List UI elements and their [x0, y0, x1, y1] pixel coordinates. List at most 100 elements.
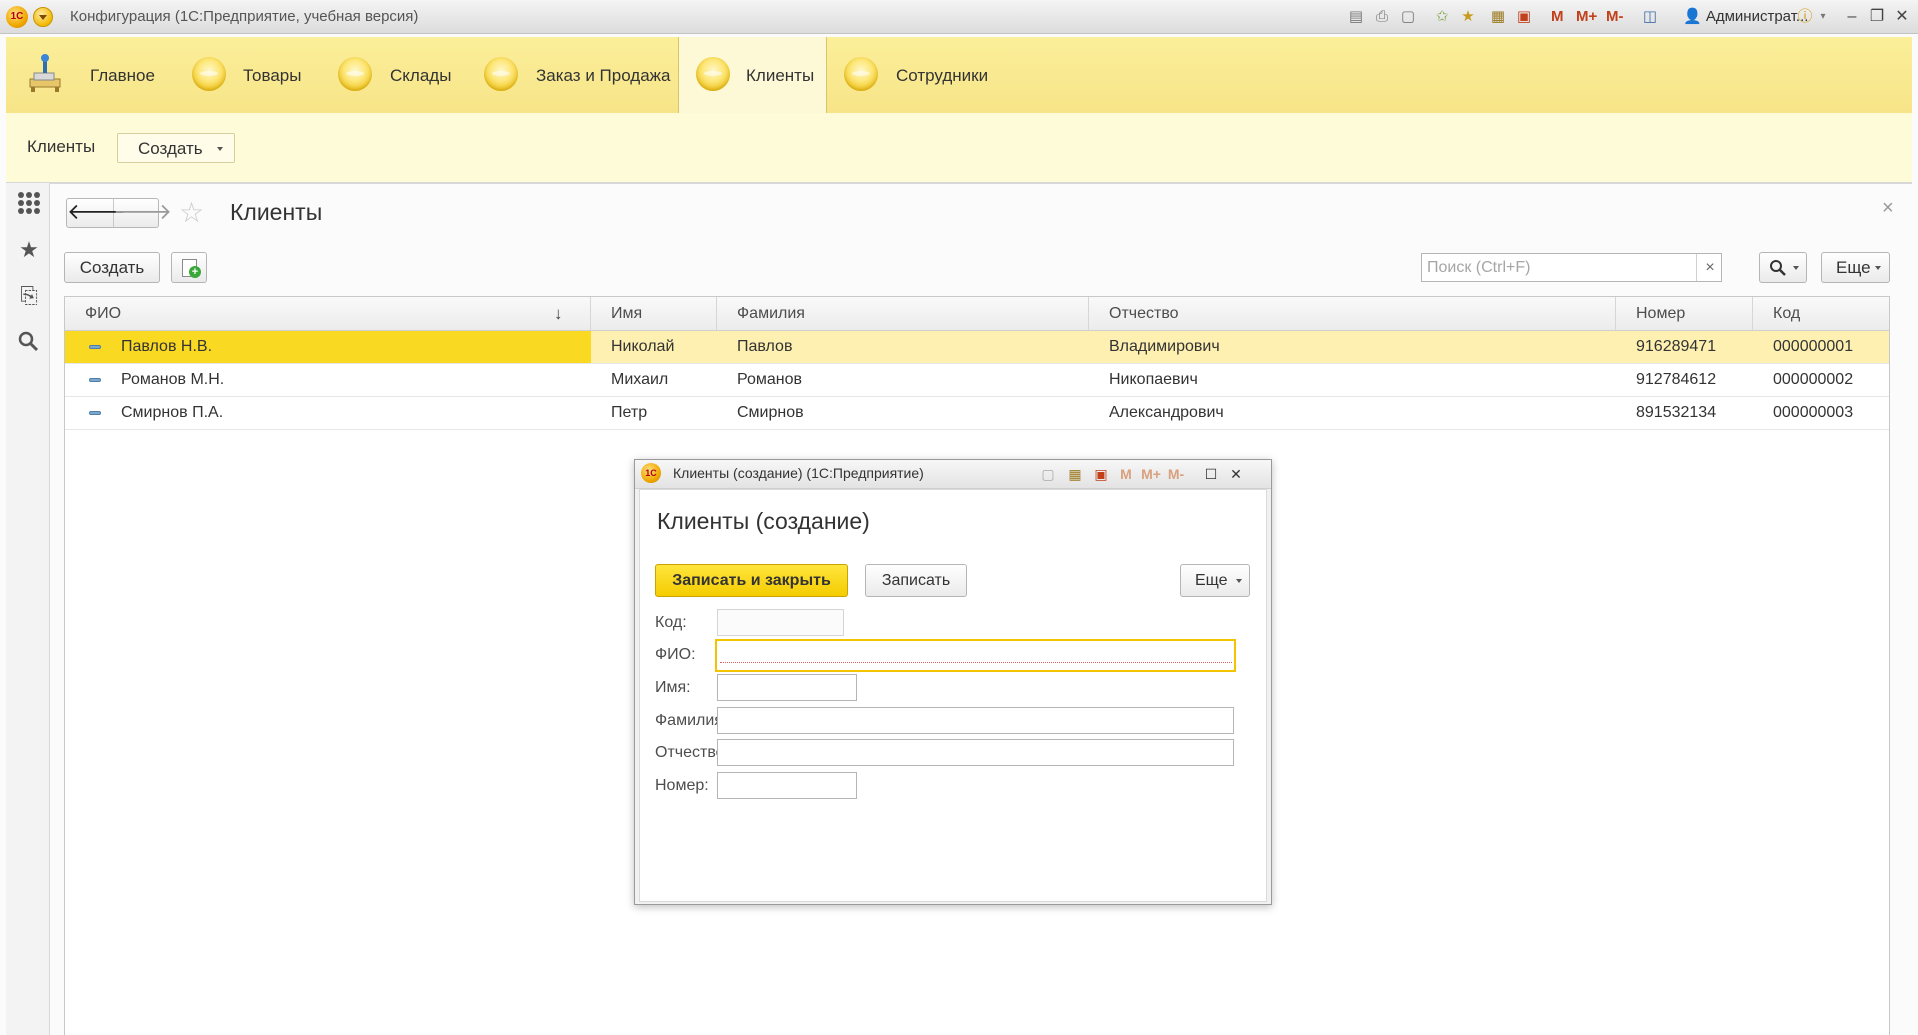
window-title: Конфигурация (1С:Предприятие, учебная ве…	[70, 8, 419, 25]
section-label: Товары	[243, 66, 302, 85]
cell-surname: Смирнов	[737, 404, 804, 421]
dropdown-caret-icon	[1236, 579, 1242, 583]
section-goods[interactable]: Товары	[176, 37, 316, 113]
catalog-item-icon	[89, 378, 101, 382]
column-header-surname[interactable]: Фамилия	[717, 297, 1089, 330]
function-panel: Клиенты Создать	[6, 113, 1912, 184]
maximize-icon[interactable]: ☐	[1201, 464, 1221, 484]
section-employees[interactable]: Сотрудники	[827, 37, 1007, 113]
favorites-add-icon[interactable]: ✩	[1432, 7, 1452, 27]
calendar-icon[interactable]: ▣	[1091, 464, 1111, 484]
memory-m-button[interactable]: M	[1551, 7, 1564, 27]
save-and-close-button[interactable]: Записать и закрыть	[655, 564, 848, 597]
copy-button[interactable]: +	[171, 252, 207, 283]
add-to-favorites-star-icon[interactable]: ☆	[179, 198, 204, 228]
memory-mminus-button[interactable]: M-	[1165, 464, 1187, 484]
magnifier-icon	[1770, 260, 1786, 276]
section-orb-icon	[696, 57, 730, 91]
memory-mminus-button[interactable]: M-	[1606, 7, 1624, 27]
favorites-star-icon[interactable]: ★	[16, 237, 42, 263]
memory-mplus-button[interactable]: M+	[1139, 464, 1163, 484]
preview-icon[interactable]: ▢	[1398, 7, 1418, 27]
table-row[interactable]: Павлов Н.В. Николай Павлов Владимирович …	[65, 331, 1889, 364]
save-button[interactable]: Записать	[865, 564, 967, 597]
memory-m-button[interactable]: M	[1118, 464, 1134, 484]
table-row[interactable]: Романов М.Н. Михаил Романов Никопаевич 9…	[65, 364, 1889, 397]
search-input[interactable]	[1422, 254, 1702, 281]
create-button-label: Создать	[138, 139, 203, 158]
section-orders[interactable]: Заказ и Продажа	[454, 37, 678, 113]
cell-name: Михаил	[611, 371, 669, 388]
user-icon: 👤	[1683, 8, 1702, 25]
user-name: Администрат...	[1705, 8, 1809, 25]
print-icon[interactable]: ⎙	[1372, 7, 1392, 27]
preview-icon[interactable]: ▢	[1038, 464, 1058, 484]
cell-fio-text: Романов М.Н.	[121, 371, 225, 388]
back-arrow-icon[interactable]: 🡐	[67, 199, 126, 227]
home-desk-icon	[29, 54, 61, 92]
required-field-underline	[720, 662, 1232, 663]
restore-button[interactable]: ❐	[1864, 6, 1890, 28]
dialog-titlebar[interactable]: 1С Клиенты (создание) (1С:Предприятие) ▢…	[635, 460, 1271, 489]
column-header-code[interactable]: Код	[1753, 297, 1889, 330]
panels-icon[interactable]: ◫	[1640, 7, 1660, 27]
catalog-item-icon	[89, 411, 101, 415]
sections-panel: Главное Товары Склады Заказ и Продажа Кл…	[6, 37, 1912, 114]
cell-fio: Павлов Н.В.	[65, 331, 591, 363]
cell-code: 000000003	[1773, 404, 1854, 421]
section-orb-icon	[484, 57, 518, 91]
table-row[interactable]: Смирнов П.А. Петр Смирнов Александрович …	[65, 397, 1889, 430]
help-icon[interactable]: ⓘ	[1795, 7, 1815, 27]
calculator-icon[interactable]: ▦	[1488, 7, 1508, 27]
search-icon[interactable]	[16, 329, 42, 355]
patronymic-field[interactable]	[717, 739, 1234, 766]
close-window-button[interactable]: ✕	[1889, 6, 1915, 28]
code-field[interactable]	[717, 609, 844, 636]
section-warehouses[interactable]: Склады	[316, 37, 454, 113]
calendar-icon[interactable]: ▣	[1514, 7, 1534, 27]
cell-patronymic: Никопаевич	[1109, 371, 1198, 388]
function-panel-create-button[interactable]: Создать	[117, 133, 235, 163]
number-field[interactable]	[717, 772, 857, 799]
plus-icon: +	[189, 266, 201, 278]
calculator-icon[interactable]: ▦	[1065, 464, 1085, 484]
section-orb-icon	[844, 57, 878, 91]
surname-field[interactable]	[717, 707, 1234, 734]
dialog-more-button[interactable]: Еще	[1180, 564, 1250, 597]
save-icon[interactable]: ▤	[1346, 7, 1366, 27]
favorites-icon[interactable]: ★	[1458, 7, 1478, 27]
help-dropdown-icon[interactable]: ▾	[1813, 7, 1833, 27]
forward-arrow-icon[interactable]: 🡒	[113, 199, 172, 227]
close-icon[interactable]: ✕	[1226, 464, 1246, 484]
dropdown-caret-icon	[217, 147, 223, 151]
column-header-patronymic[interactable]: Отчество	[1089, 297, 1616, 330]
catalog-item-icon	[89, 345, 101, 349]
dialog-heading: Клиенты (создание)	[657, 508, 870, 534]
column-header-label: ФИО	[85, 305, 122, 322]
column-header-name[interactable]: Имя	[591, 297, 717, 330]
all-functions-grid-icon[interactable]	[16, 190, 42, 216]
column-header-number[interactable]: Номер	[1616, 297, 1753, 330]
name-field[interactable]	[717, 674, 857, 701]
cell-patronymic: Владимирович	[1109, 338, 1220, 355]
fio-field[interactable]	[715, 639, 1236, 672]
section-clients[interactable]: Клиенты	[678, 37, 827, 113]
cell-number: 916289471	[1636, 338, 1717, 355]
minimize-button[interactable]: –	[1839, 6, 1865, 28]
function-panel-clients-link[interactable]: Клиенты	[27, 137, 95, 157]
fio-label: ФИО:	[655, 646, 696, 663]
more-button[interactable]: Еще	[1821, 252, 1890, 283]
memory-mplus-button[interactable]: M+	[1576, 7, 1597, 27]
history-icon[interactable]: ⎘	[16, 283, 42, 309]
cell-fio: Смирнов П.А.	[65, 397, 591, 429]
main-menu-button[interactable]	[33, 7, 53, 27]
close-form-icon[interactable]: ×	[1882, 197, 1894, 220]
section-main[interactable]: Главное	[6, 37, 176, 113]
app-logo-icon: 1С	[641, 463, 661, 483]
page-title: Клиенты	[230, 199, 323, 225]
search-button[interactable]	[1759, 252, 1807, 283]
create-button[interactable]: Создать	[64, 252, 160, 283]
clear-search-icon[interactable]: ×	[1696, 254, 1723, 281]
current-user[interactable]: 👤 Администрат...	[1683, 7, 1808, 27]
column-header-fio[interactable]: ФИО ↓	[65, 297, 591, 330]
